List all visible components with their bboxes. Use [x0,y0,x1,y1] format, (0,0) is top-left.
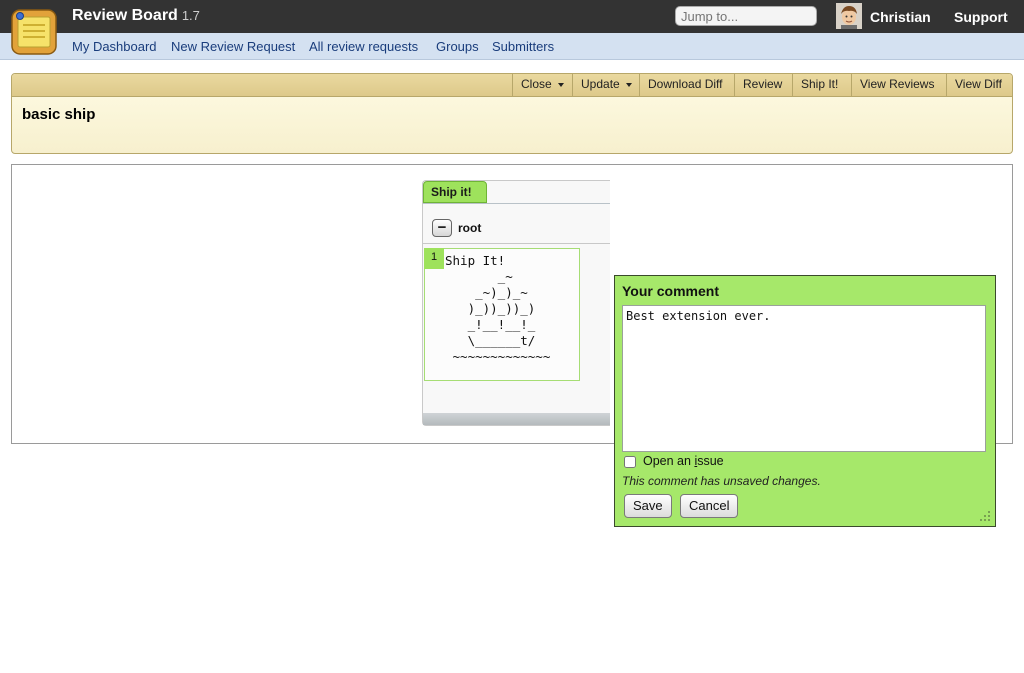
ship-it-tab[interactable]: Ship it! [423,181,487,203]
file-content-text: Ship It! _~ _~)_)_~ )_))_))_) _!__!__!_ … [445,253,551,364]
ship-it-button[interactable]: Ship It! [792,74,851,96]
close-label: Close [521,77,552,91]
review-request-actions: Close Update Download Diff Review Ship I… [12,74,1012,97]
cancel-button[interactable]: Cancel [680,494,739,518]
app-title[interactable]: Review Board 1.7 [72,7,200,25]
nav-my-dashboard[interactable]: My Dashboard [72,39,157,54]
review-button[interactable]: Review [734,74,792,96]
username-link[interactable]: Christian [870,9,931,25]
open-issue-label[interactable]: Open an issue [643,454,724,468]
nav-submitters[interactable]: Submitters [492,39,554,54]
comment-textarea[interactable]: Best extension ever. [622,305,986,452]
line-number-badge[interactable]: 1 [424,248,444,269]
open-issue-label-prefix: Open an [643,454,695,468]
resize-grip-icon[interactable] [979,510,991,522]
app-version: 1.7 [181,8,200,23]
nav-bar: My Dashboard New Review Request All revi… [0,33,1024,60]
nav-all-review-requests[interactable]: All review requests [309,39,418,54]
unsaved-changes-note: This comment has unsaved changes. [622,474,821,488]
open-issue-label-suffix: ssue [697,454,724,468]
panel-footer [423,413,610,425]
tree-node-label: root [458,221,482,235]
save-button[interactable]: Save [624,494,672,518]
jump-to-input[interactable] [675,6,817,26]
chevron-down-icon [625,82,632,87]
review-request-box: Close Update Download Diff Review Ship I… [11,73,1013,154]
nav-new-review-request[interactable]: New Review Request [171,39,295,54]
update-menu-button[interactable]: Update [572,74,639,96]
dialog-title: Your comment [622,283,719,299]
nav-groups[interactable]: Groups [436,39,479,54]
view-diff-button[interactable]: View Diff [946,74,1012,96]
user-avatar-icon[interactable] [836,3,862,29]
tab-divider [423,203,610,204]
review-request-summary: basic ship [22,106,96,123]
brand-name: Review Board [72,7,178,24]
download-diff-button[interactable]: Download Diff [639,74,734,96]
chevron-down-icon [557,82,564,87]
update-label: Update [581,77,620,91]
review-board-logo[interactable] [8,6,60,58]
support-link[interactable]: Support [954,9,1008,25]
close-menu-button[interactable]: Close [512,74,572,96]
collapse-icon[interactable]: − [432,219,452,237]
open-issue-checkbox[interactable] [624,456,636,468]
view-reviews-button[interactable]: View Reviews [851,74,946,96]
tree-divider [423,243,610,244]
comment-dialog: Your comment Best extension ever. Open a… [614,275,996,527]
